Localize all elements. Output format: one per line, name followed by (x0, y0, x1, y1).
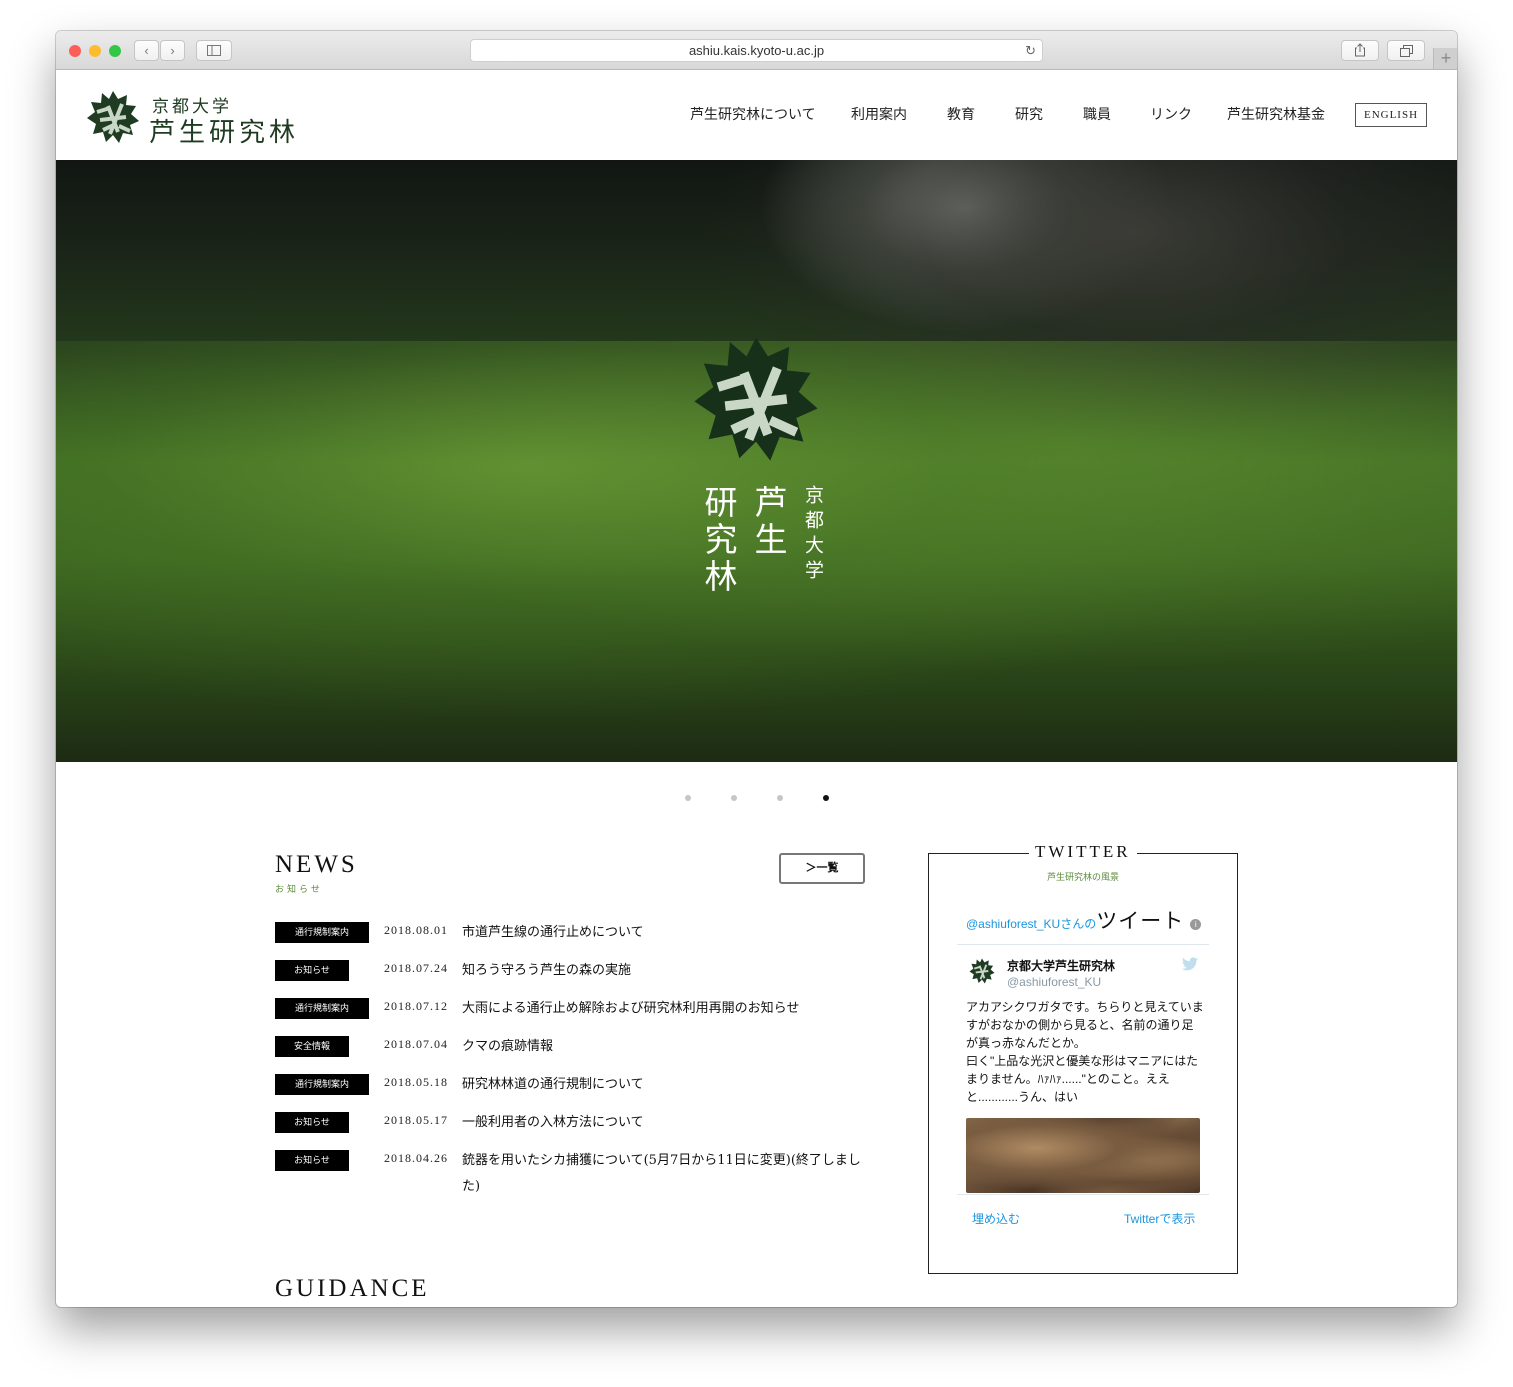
slide-dot-3[interactable] (777, 795, 783, 801)
chevron-right-icon: › (170, 43, 175, 58)
news-category-badge: 通行規制案内 (275, 1074, 369, 1095)
info-icon[interactable]: i (1190, 919, 1202, 931)
tabs-overview-button[interactable] (1387, 40, 1425, 61)
forward-button[interactable]: › (160, 40, 185, 61)
hero-text-forest: 研究林 (699, 485, 738, 596)
guidance-heading: GUIDANCE (275, 1275, 430, 1302)
nav-item-links[interactable]: リンク (1150, 104, 1192, 124)
hero-slideshow: 京都大学 芦生 研究林 (56, 160, 1457, 762)
browser-window: ‹ › ashiu.kais.kyoto-u.ac.jp ↻ + 京都大学 芦生… (56, 31, 1457, 1307)
twitter-panel: TWITTER 芦生研究林の風景 @ashiuforest_KUさんのツイート i… (928, 842, 1238, 1274)
twitter-bird-icon[interactable] (1182, 957, 1198, 971)
share-button[interactable] (1341, 40, 1379, 61)
news-title-link[interactable]: 研究林林道の通行規制について (462, 1072, 872, 1098)
close-window-button[interactable] (69, 45, 81, 57)
tweet-author-name[interactable]: 京都大学芦生研究林 (1007, 957, 1115, 974)
news-date: 2018.07.04 (384, 1037, 448, 1051)
news-list-button[interactable]: ＞一覧 (779, 853, 865, 884)
news-title-link[interactable]: 一般利用者の入林方法について (462, 1110, 872, 1136)
news-title-link[interactable]: クマの痕跡情報 (462, 1034, 872, 1060)
slide-dot-1[interactable] (685, 795, 691, 801)
sidebar-button[interactable] (196, 40, 232, 61)
share-icon (1355, 43, 1365, 57)
slide-dot-2[interactable] (731, 795, 737, 801)
news-title-link[interactable]: 銃器を用いたシカ捕獲について(5月7日から11日に変更)(終了しました) (462, 1148, 872, 1200)
avatar[interactable] (969, 958, 995, 984)
divider (957, 944, 1209, 945)
zoom-window-button[interactable] (109, 45, 121, 57)
ashiu-logo-icon[interactable] (86, 90, 140, 144)
tweet-author-handle[interactable]: @ashiuforest_KU (1007, 975, 1101, 989)
nav-item-education[interactable]: 教育 (947, 104, 975, 124)
address-bar[interactable]: ashiu.kais.kyoto-u.ac.jp ↻ (470, 39, 1043, 62)
twitter-handle-link[interactable]: @ashiuforest_KUさんの (966, 917, 1096, 931)
news-category-badge: お知らせ (275, 1112, 349, 1133)
news-date: 2018.07.12 (384, 999, 448, 1013)
news-subheading: お知らせ (275, 884, 323, 894)
tabs-icon (1399, 45, 1413, 57)
back-button[interactable]: ‹ (134, 40, 159, 61)
news-date: 2018.05.17 (384, 1113, 448, 1127)
sidebar-icon (207, 45, 221, 56)
nav-item-about[interactable]: 芦生研究林について (690, 104, 816, 124)
news-date: 2018.05.18 (384, 1075, 448, 1089)
news-category-badge: 安全情報 (275, 1036, 349, 1057)
news-category-badge: お知らせ (275, 1150, 349, 1171)
nav-item-staff[interactable]: 職員 (1083, 104, 1111, 124)
new-tab-button[interactable]: + (1433, 48, 1457, 69)
slide-indicators (56, 795, 1457, 807)
hero-text-university: 京都大学 (802, 485, 824, 585)
news-title-link[interactable]: 大雨による通行止め解除および研究林利用再開のお知らせ (462, 996, 872, 1022)
twitter-heading: TWITTER (1029, 842, 1137, 862)
english-button[interactable]: ENGLISH (1355, 103, 1427, 127)
browser-toolbar: ‹ › ashiu.kais.kyoto-u.ac.jp ↻ + (56, 31, 1457, 70)
news-date: 2018.04.26 (384, 1151, 448, 1165)
twitter-subheading: 芦生研究林の風景 (1046, 872, 1119, 882)
divider (957, 1194, 1209, 1195)
news-category-badge: 通行規制案内 (275, 922, 369, 943)
nav-item-fund[interactable]: 芦生研究林基金 (1227, 104, 1325, 124)
chevron-left-icon: ‹ (144, 43, 149, 58)
hero-logo-icon (694, 337, 818, 461)
news-title-link[interactable]: 知ろう守ろう芦生の森の実施 (462, 958, 872, 984)
minimize-window-button[interactable] (89, 45, 101, 57)
reload-icon[interactable]: ↻ (1025, 40, 1036, 61)
hero-text-ashiu: 芦生 (749, 485, 788, 559)
news-date: 2018.07.24 (384, 961, 448, 975)
news-category-badge: お知らせ (275, 960, 349, 981)
nav-item-guide[interactable]: 利用案内 (851, 104, 907, 124)
twitter-timeline-header[interactable]: @ashiuforest_KUさんのツイート i (966, 905, 1202, 935)
slide-dot-4-active[interactable] (823, 795, 829, 801)
twitter-tweets-label: ツイート (1096, 910, 1185, 933)
tweet-text: アカアシクワガタです。ちらりと見えていますがおなかの側から見ると、名前の通り足が… (966, 1000, 1204, 1104)
logo-site-title[interactable]: 芦生研究林 (149, 112, 299, 149)
news-category-badge: 通行規制案内 (275, 998, 369, 1019)
news-title-link[interactable]: 市道芦生線の通行止めについて (462, 920, 872, 946)
view-on-twitter-link[interactable]: Twitterで表示 (1124, 1210, 1195, 1227)
tweet-photo[interactable] (966, 1118, 1200, 1193)
embed-link[interactable]: 埋め込む (972, 1210, 1020, 1227)
nav-item-research[interactable]: 研究 (1015, 104, 1043, 124)
news-date: 2018.08.01 (384, 923, 448, 937)
site-header: 京都大学 芦生研究林 芦生研究林について 利用案内 教育 研究 職員 リンク 芦… (56, 70, 1457, 160)
news-heading: NEWS (275, 851, 358, 878)
url-text: ashiu.kais.kyoto-u.ac.jp (688, 43, 825, 58)
